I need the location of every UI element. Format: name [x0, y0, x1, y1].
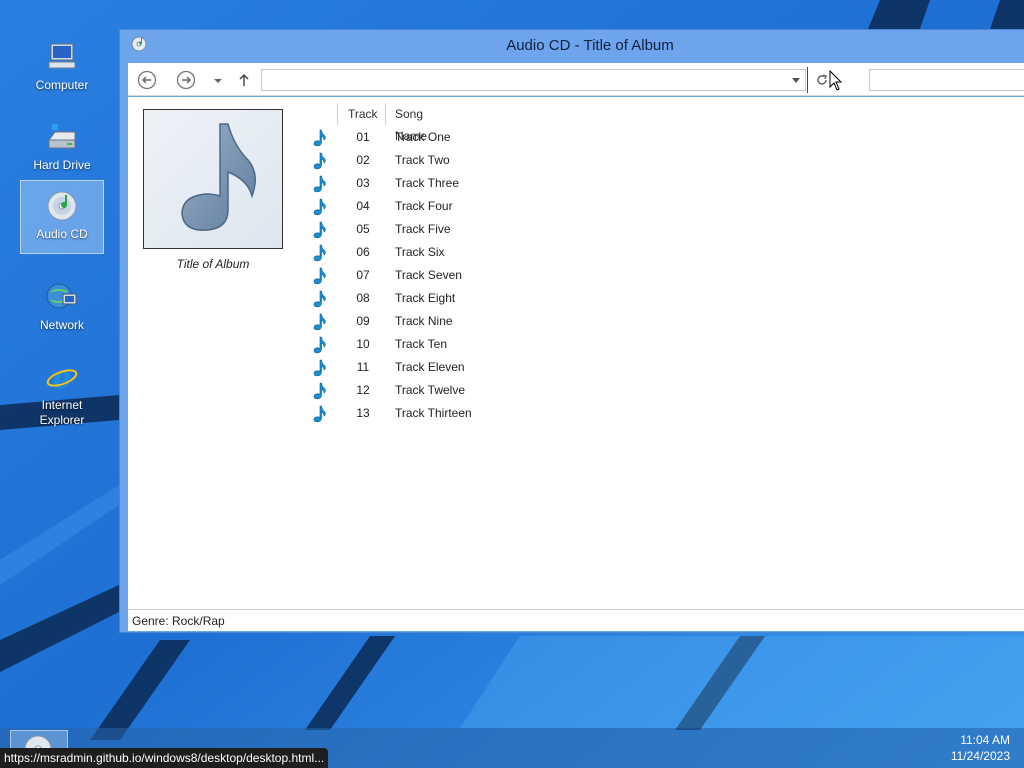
table-row[interactable]: 08 Track Eight [308, 287, 708, 310]
window-content: Title of Album Track Song Name 01 Track O… [128, 97, 1024, 609]
track-number: 12 [356, 383, 370, 397]
track-song-name: Track Six [395, 245, 445, 259]
track-song-name: Track Two [395, 153, 450, 167]
music-note-icon [313, 290, 326, 308]
table-row[interactable]: 09 Track Nine [308, 310, 708, 333]
table-row[interactable]: 02 Track Two [308, 149, 708, 172]
track-number: 05 [356, 222, 370, 236]
status-url-tooltip: https://msradmin.github.io/windows8/desk… [0, 748, 329, 768]
album-art [143, 109, 283, 249]
desktop-icon-internet-explorer[interactable]: e Internet Explorer [20, 352, 104, 428]
desktop-icon-label: Hard Drive [33, 158, 91, 172]
system-clock[interactable]: 11:04 AM 11/24/2023 [951, 732, 1010, 764]
clock-time: 11:04 AM [960, 733, 1010, 747]
track-song-name: Track Four [395, 199, 453, 213]
music-note-large-icon [181, 123, 256, 231]
desktop-icon-label: Network [39, 318, 84, 332]
table-row[interactable]: 01 Track One [308, 126, 708, 149]
track-number: 06 [356, 245, 370, 259]
table-row[interactable]: 03 Track Three [308, 172, 708, 195]
table-row[interactable]: 10 Track Ten [308, 333, 708, 356]
desktop-icon-label: Internet Explorer [39, 398, 85, 427]
table-row[interactable]: 06 Track Six [308, 241, 708, 264]
genre-status: Genre: Rock/Rap [132, 614, 225, 628]
track-song-name: Track Eight [395, 291, 456, 305]
desktop-icon-network[interactable]: Network [20, 272, 104, 346]
table-row[interactable]: 05 Track Five [308, 218, 708, 241]
track-song-name: Track Ten [395, 337, 448, 351]
address-bar[interactable] [261, 69, 806, 91]
up-arrow-icon[interactable] [236, 70, 252, 90]
track-song-name: Track Five [395, 222, 451, 236]
desktop-icon-computer[interactable]: Computer [20, 32, 104, 106]
track-number: 13 [356, 406, 370, 420]
table-row[interactable]: 11 Track Eleven [308, 356, 708, 379]
track-song-name: Track Twelve [395, 383, 466, 397]
table-row[interactable]: 04 Track Four [308, 195, 708, 218]
music-note-icon [313, 152, 326, 170]
address-separator [807, 67, 808, 93]
track-song-name: Track Thirteen [395, 406, 472, 420]
svg-text:e: e [52, 361, 71, 394]
music-note-icon [313, 221, 326, 239]
music-note-icon [313, 359, 326, 377]
search-input[interactable] [869, 69, 1024, 91]
navigation-toolbar [128, 63, 1024, 96]
track-number: 08 [356, 291, 370, 305]
table-row[interactable]: 12 Track Twelve [308, 379, 708, 402]
status-bar: Genre: Rock/Rap [128, 609, 1024, 631]
track-number: 01 [356, 130, 370, 144]
back-arrow-icon[interactable] [137, 70, 157, 90]
address-dropdown-icon[interactable] [792, 78, 800, 83]
recent-locations-chevron-down-icon[interactable] [211, 70, 225, 90]
table-row[interactable]: 13 Track Thirteen [308, 402, 708, 425]
track-number: 07 [356, 268, 370, 282]
network-icon [46, 283, 77, 309]
desktop-icon-audio-cd[interactable]: Audio CD [20, 180, 104, 254]
track-number: 03 [356, 176, 370, 190]
track-number: 04 [356, 199, 370, 213]
track-number: 02 [356, 153, 370, 167]
music-note-icon [313, 198, 326, 216]
audio-cd-icon [47, 191, 77, 221]
window-titlebar[interactable]: Audio CD - Title of Album [120, 30, 1024, 62]
column-separator[interactable] [385, 103, 386, 125]
music-note-icon [313, 129, 326, 147]
music-note-icon [313, 313, 326, 331]
audio-cd-window: Audio CD - Title of Album Title of Album… [119, 29, 1024, 633]
music-note-icon [313, 244, 326, 262]
track-song-name: Track One [395, 130, 451, 144]
clock-date: 11/24/2023 [950, 749, 1010, 763]
track-number: 11 [356, 360, 370, 374]
track-song-name: Track Seven [395, 268, 462, 282]
track-number: 10 [356, 337, 370, 351]
mouse-cursor-icon [829, 70, 843, 91]
column-header-track[interactable]: Track [348, 103, 378, 125]
table-row[interactable]: 07 Track Seven [308, 264, 708, 287]
album-caption: Title of Album [176, 257, 250, 271]
music-note-icon [313, 336, 326, 354]
music-note-icon [313, 405, 326, 423]
desktop-icon-label: Audio CD [36, 227, 88, 241]
hard-drive-icon [48, 124, 76, 149]
music-note-icon [313, 382, 326, 400]
column-separator[interactable] [337, 103, 338, 125]
desktop-icon-label: Computer [35, 78, 89, 92]
desktop-icon-hard-drive[interactable]: Hard Drive [20, 112, 104, 186]
forward-arrow-icon[interactable] [176, 70, 196, 90]
music-note-icon [313, 175, 326, 193]
column-header-song-name[interactable]: Song Name [395, 103, 427, 143]
window-title: Audio CD - Title of Album [506, 37, 674, 54]
internet-explorer-icon: e [46, 361, 78, 394]
track-number: 09 [356, 314, 370, 328]
track-song-name: Track Eleven [395, 360, 465, 374]
track-song-name: Track Nine [395, 314, 453, 328]
track-song-name: Track Three [395, 176, 460, 190]
music-note-icon [313, 267, 326, 285]
computer-icon [48, 43, 76, 69]
refresh-icon[interactable] [814, 72, 830, 88]
